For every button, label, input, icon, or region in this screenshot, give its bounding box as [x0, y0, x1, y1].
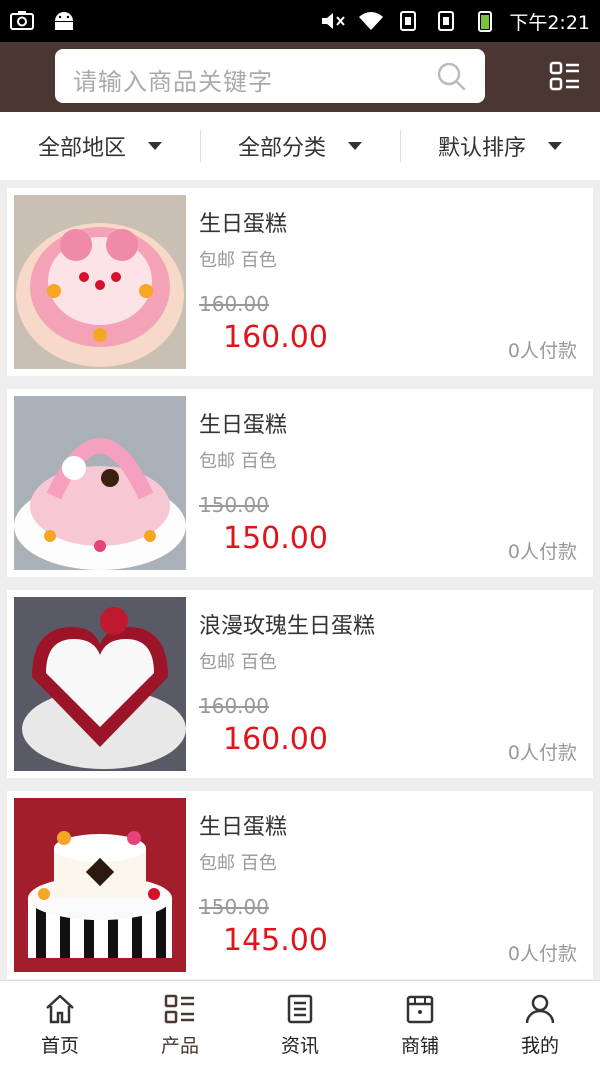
product-image [14, 597, 186, 771]
store-icon [406, 995, 434, 1024]
original-price: 150.00 [199, 895, 269, 919]
product-tags: 包邮 百色 [199, 451, 277, 472]
product-tags: 包邮 百色 [199, 853, 277, 874]
status-time: 下午2:21 [509, 11, 590, 34]
top-header: 请输入商品关键字 [0, 42, 600, 112]
sales-count: 0人付款 [507, 340, 577, 362]
search-placeholder: 请输入商品关键字 [73, 68, 273, 96]
sales-count: 0人付款 [507, 742, 577, 764]
user-icon [525, 994, 555, 1024]
product-grid-icon [164, 994, 194, 1024]
product-price: 160.00 [223, 320, 328, 355]
tab-product-label: 产品 [160, 1035, 199, 1057]
filter-sort-label: 默认排序 [437, 136, 526, 161]
sales-count: 0人付款 [507, 943, 577, 965]
screenshot-icon [10, 11, 34, 30]
product-price: 160.00 [223, 722, 328, 757]
mute-icon [322, 13, 346, 29]
search-input[interactable]: 请输入商品关键字 [55, 49, 485, 103]
tab-mine[interactable]: 我的 [480, 981, 600, 1067]
product-image [14, 396, 186, 570]
tab-home[interactable]: 首页 [0, 981, 120, 1067]
home-icon [46, 994, 74, 1024]
product-tags: 包邮 百色 [199, 652, 277, 673]
sales-count: 0人付款 [507, 541, 577, 563]
tab-mine-label: 我的 [520, 1035, 559, 1057]
search-icon[interactable] [435, 60, 467, 92]
category-menu-icon[interactable] [549, 60, 581, 92]
bottom-tab-bar: 首页 产品 资讯 商铺 我的 [0, 980, 600, 1067]
tab-news-label: 资讯 [280, 1035, 319, 1057]
product-image [14, 798, 186, 972]
product-title: 生日蛋糕 [199, 815, 288, 840]
tab-product[interactable]: 产品 [120, 981, 240, 1067]
product-card[interactable]: 生日蛋糕 包邮 百色 150.00 150.00 0人付款 [7, 389, 593, 577]
product-card[interactable]: 生日蛋糕 包邮 百色 150.00 145.00 0人付款 [7, 791, 593, 979]
filter-category-label: 全部分类 [237, 136, 326, 161]
wifi-icon [359, 12, 384, 30]
chevron-down-icon [548, 142, 562, 150]
status-bar: 下午2:21 [0, 0, 600, 42]
product-price: 145.00 [223, 923, 328, 958]
filter-sort[interactable]: 默认排序 [400, 112, 600, 180]
tab-store[interactable]: 商铺 [360, 981, 480, 1067]
android-icon [55, 12, 73, 30]
product-card[interactable]: 生日蛋糕 包邮 百色 160.00 160.00 0人付款 [7, 188, 593, 376]
tab-store-label: 商铺 [400, 1035, 439, 1057]
product-card[interactable]: 浪漫玫瑰生日蛋糕 包邮 百色 160.00 160.00 0人付款 [7, 590, 593, 778]
product-image [14, 195, 186, 369]
tab-home-label: 首页 [40, 1035, 79, 1057]
product-list: 生日蛋糕 包邮 百色 160.00 160.00 0人付款 生日蛋糕 包邮 百色… [7, 188, 593, 992]
filter-region[interactable]: 全部地区 [0, 112, 200, 180]
product-tags: 包邮 百色 [199, 250, 277, 271]
filter-category[interactable]: 全部分类 [200, 112, 400, 180]
original-price: 160.00 [199, 292, 269, 316]
chevron-down-icon [348, 142, 362, 150]
product-price: 150.00 [223, 521, 328, 556]
tab-news[interactable]: 资讯 [240, 981, 360, 1067]
sim-signal-icon-2 [438, 11, 455, 31]
filter-bar: 全部地区 全部分类 默认排序 [0, 112, 600, 180]
product-title: 生日蛋糕 [199, 413, 288, 438]
sim-signal-icon [400, 11, 417, 31]
battery-icon [478, 11, 493, 32]
product-title: 浪漫玫瑰生日蛋糕 [199, 614, 376, 639]
product-title: 生日蛋糕 [199, 212, 288, 237]
news-icon [287, 994, 313, 1024]
chevron-down-icon [148, 142, 162, 150]
original-price: 150.00 [199, 493, 269, 517]
original-price: 160.00 [199, 694, 269, 718]
filter-region-label: 全部地区 [37, 136, 126, 161]
